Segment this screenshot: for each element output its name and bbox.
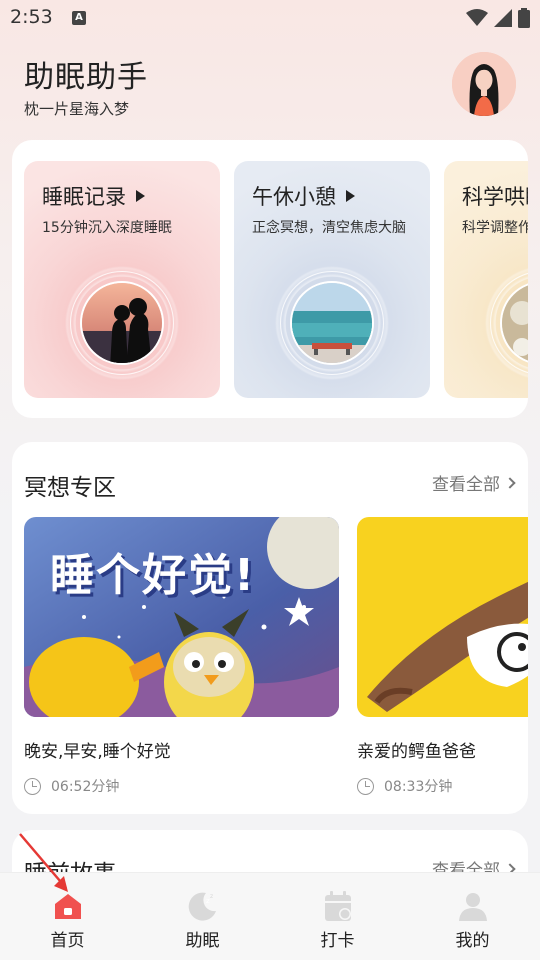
battery-icon (518, 8, 530, 28)
feature-card-science-sleep[interactable]: 科学哄睡 科学调整作息 (444, 161, 528, 398)
meditation-card[interactable]: 睡个好觉! 晚安,早安,睡个好觉 06:52分钟 (24, 517, 339, 796)
section-title: 冥想专区 (24, 475, 116, 501)
chevron-right-icon (504, 476, 516, 489)
meditation-card-title: 晚安,早安,睡个好觉 (24, 742, 171, 762)
nav-item-checkin[interactable]: 打卡 (270, 873, 405, 960)
feature-card-desc: 正念冥想，清空焦虑大脑 (252, 220, 406, 236)
status-time: 2:53 (10, 6, 53, 28)
calendar-icon (324, 891, 351, 921)
status-bar: 2:53 A (0, 0, 540, 36)
see-all-link[interactable]: 查看全部 (432, 470, 516, 495)
duration-label: 08:33分钟 (384, 779, 453, 795)
home-icon (54, 894, 81, 919)
bottom-nav: 首页 z z 助眠 打卡 我的 (0, 872, 540, 960)
clock-icon (24, 777, 41, 795)
nav-label: 助眠 (185, 931, 220, 951)
nav-label: 首页 (50, 931, 85, 951)
nav-item-sleep-aid[interactable]: z z 助眠 (135, 873, 270, 960)
user-icon (458, 893, 487, 921)
play-icon (136, 190, 145, 202)
feature-card-title: 科学哄睡 (462, 185, 528, 209)
feature-card-desc: 科学调整作息 (462, 220, 528, 236)
seaside-image (290, 281, 374, 365)
notification-icon: A (72, 11, 86, 25)
play-icon (346, 190, 355, 202)
couple-silhouette-image (80, 281, 164, 365)
nav-label: 打卡 (320, 931, 355, 951)
feature-card-sleep-record[interactable]: 睡眠记录 15分钟沉入深度睡眠 (24, 161, 220, 398)
feature-card-desc: 15分钟沉入深度睡眠 (42, 220, 172, 236)
pulse-rings (57, 258, 187, 388)
meditation-cover-image (357, 517, 528, 717)
page-title: 助眠助手 (24, 60, 148, 95)
page-subtitle: 枕一片星海入梦 (24, 100, 130, 118)
avatar-illustration (452, 52, 516, 116)
signal-icon (494, 9, 512, 27)
meditation-cover-image: 睡个好觉! (24, 517, 339, 717)
nav-label: 我的 (455, 931, 490, 951)
cover-text: 睡个好觉! (50, 550, 257, 601)
feature-card-nap[interactable]: 午休小憩 正念冥想，清空焦虑大脑 (234, 161, 430, 398)
duration-label: 06:52分钟 (51, 779, 120, 795)
feature-card-title: 午休小憩 (252, 185, 336, 209)
status-indicators (466, 8, 530, 28)
meditation-section: 冥想专区 查看全部 睡个好觉! 晚安,早安,睡个好觉 06:52分钟 亲爱的鳄鱼… (12, 442, 528, 814)
pulse-rings (267, 258, 397, 388)
nav-item-profile[interactable]: 我的 (405, 873, 540, 960)
meditation-card[interactable]: 亲爱的鳄鱼爸爸 08:33分钟 (357, 517, 528, 796)
wifi-icon (466, 9, 488, 26)
feature-cards-panel: 睡眠记录 15分钟沉入深度睡眠 午休小憩 正念冥想，清空焦虑大脑 科学哄 科学调… (12, 140, 528, 418)
clock-icon (357, 777, 374, 795)
svg-text:z: z (210, 893, 213, 900)
moon-icon: z z (188, 892, 216, 921)
feature-card-title: 睡眠记录 (42, 185, 126, 209)
see-all-label: 查看全部 (432, 475, 500, 495)
meditation-card-title: 亲爱的鳄鱼爸爸 (357, 742, 476, 762)
pulse-rings (477, 258, 528, 388)
avatar[interactable] (452, 52, 516, 116)
nav-item-home[interactable]: 首页 (0, 873, 135, 960)
